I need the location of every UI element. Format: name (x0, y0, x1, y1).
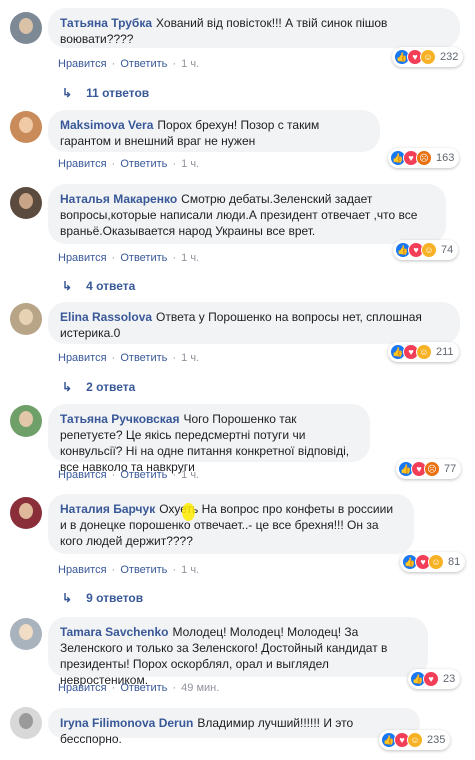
comment-time[interactable]: 49 мин. (181, 682, 219, 694)
comment-time[interactable]: 1 ч. (181, 58, 199, 70)
comment-author[interactable]: Наталия Барчук (60, 502, 155, 516)
reply-arrow-icon: ↳ (62, 279, 73, 293)
comment-actions: Нравится · Ответить · 1 ч. (58, 469, 200, 481)
reactions-summary[interactable]: 👍 ♥ ☹ 77 (396, 459, 462, 479)
like-link[interactable]: Нравится (58, 58, 107, 70)
avatar[interactable] (10, 303, 42, 335)
comment-author[interactable]: Наталья Макаренко (60, 192, 177, 206)
comment-author[interactable]: Татьяна Трубка (60, 16, 152, 30)
avatar[interactable] (10, 12, 42, 44)
avatar[interactable] (10, 405, 42, 437)
comment-bubble: Татьяна Трубка Хований від повісток!!! А … (48, 8, 460, 48)
comment-actions: Нравится · Ответить · 1 ч. (58, 58, 200, 70)
reply-arrow-icon: ↳ (62, 86, 73, 100)
reply-arrow-icon: ↳ (62, 591, 73, 605)
reaction-count: 77 (444, 463, 457, 475)
like-link[interactable]: Нравится (58, 682, 107, 694)
haha-reaction-icon: ☺ (421, 242, 437, 258)
like-link[interactable]: Нравится (58, 564, 107, 576)
comment-bubble: Наталия Барчук Охуеть На вопрос про конфе… (48, 494, 414, 554)
reactions-summary[interactable]: 👍 ♥ ☺ 81 (400, 552, 466, 572)
haha-reaction-icon: ☺ (407, 732, 423, 748)
comment-actions: Нравится · Ответить · 49 мин. (58, 682, 220, 694)
reactions-summary[interactable]: 👍 ♥ ☺ 232 (392, 47, 464, 67)
reaction-count: 235 (427, 734, 446, 746)
comment-time[interactable]: 1 ч. (181, 564, 199, 576)
like-link[interactable]: Нравится (58, 158, 107, 170)
angry-reaction-icon: ☹ (416, 150, 432, 166)
reply-link[interactable]: Ответить (120, 58, 167, 70)
haha-reaction-icon: ☺ (428, 554, 444, 570)
reactions-summary[interactable]: 👍 ♥ ☺ 211 (388, 342, 459, 362)
comment-bubble: Elina Rassolova Ответа у Порошенко на воп… (48, 302, 460, 344)
avatar[interactable] (10, 618, 42, 650)
comment-time[interactable]: 1 ч. (181, 352, 199, 364)
comment-author[interactable]: Maksimova Vera (60, 118, 153, 132)
comment-author[interactable]: Elina Rassolova (60, 310, 152, 324)
reaction-count: 232 (440, 51, 459, 63)
like-link[interactable]: Нравится (58, 352, 107, 364)
avatar[interactable] (10, 707, 42, 739)
reaction-count: 23 (443, 673, 456, 685)
heart-reaction-icon: ♥ (423, 671, 439, 687)
comment-time[interactable]: 1 ч. (181, 469, 199, 481)
comment-bubble: Tamara Savchenko Молодец! Молодец! Молоде… (48, 617, 428, 687)
angry-reaction-icon: ☹ (424, 461, 440, 477)
comment-author[interactable]: Iryna Filimonova Derun (60, 716, 193, 730)
reply-link[interactable]: Ответить (120, 252, 167, 264)
view-replies-link[interactable]: ↳ 4 ответа (62, 279, 135, 293)
reply-link[interactable]: Ответить (120, 469, 167, 481)
reactions-summary[interactable]: 👍 ♥ ☺ 74 (393, 240, 459, 260)
reaction-count: 211 (436, 346, 454, 358)
avatar[interactable] (10, 111, 42, 143)
cursor-highlight (182, 503, 195, 521)
comment-bubble: Iryna Filimonova Derun Владимир лучший!!!… (48, 708, 420, 746)
reply-link[interactable]: Ответить (120, 352, 167, 364)
reactions-summary[interactable]: 👍 ♥ ☹ 163 (388, 148, 460, 168)
avatar[interactable] (10, 497, 42, 529)
reaction-count: 74 (441, 244, 454, 256)
view-replies-link[interactable]: ↳ 2 ответа (62, 380, 135, 394)
comment-bubble: Maksimova Vera Порох брехун! Позор с таки… (48, 110, 380, 152)
comment-author[interactable]: Tamara Savchenko (60, 625, 169, 639)
reply-link[interactable]: Ответить (120, 682, 167, 694)
comment-time[interactable]: 1 ч. (181, 252, 199, 264)
reactions-summary[interactable]: 👍 ♥ ☺ 235 (379, 730, 451, 750)
comment-time[interactable]: 1 ч. (181, 158, 199, 170)
reply-arrow-icon: ↳ (62, 380, 73, 394)
comment-author[interactable]: Татьяна Ручковская (60, 412, 179, 426)
reply-link[interactable]: Ответить (120, 564, 167, 576)
avatar[interactable] (10, 187, 42, 219)
haha-reaction-icon: ☺ (416, 344, 432, 360)
comment-actions: Нравится · Ответить · 1 ч. (58, 352, 200, 364)
comment-actions: Нравится · Ответить · 1 ч. (58, 158, 200, 170)
comment-bubble: Татьяна Ручковская Чого Порошенко так реп… (48, 404, 370, 474)
comment-actions: Нравится · Ответить · 1 ч. (58, 252, 200, 264)
reaction-count: 163 (436, 152, 455, 164)
view-replies-link[interactable]: ↳ 11 ответов (62, 86, 149, 100)
reaction-count: 81 (448, 556, 461, 568)
haha-reaction-icon: ☺ (420, 49, 436, 65)
reactions-summary[interactable]: 👍 ♥ 23 (408, 669, 461, 689)
comment-actions: Нравится · Ответить · 1 ч. (58, 564, 200, 576)
reply-link[interactable]: Ответить (120, 158, 167, 170)
view-replies-link[interactable]: ↳ 9 ответов (62, 591, 143, 605)
comment-bubble: Наталья Макаренко Смотрю дебаты.Зеленский… (48, 184, 446, 244)
like-link[interactable]: Нравится (58, 252, 107, 264)
like-link[interactable]: Нравится (58, 469, 107, 481)
